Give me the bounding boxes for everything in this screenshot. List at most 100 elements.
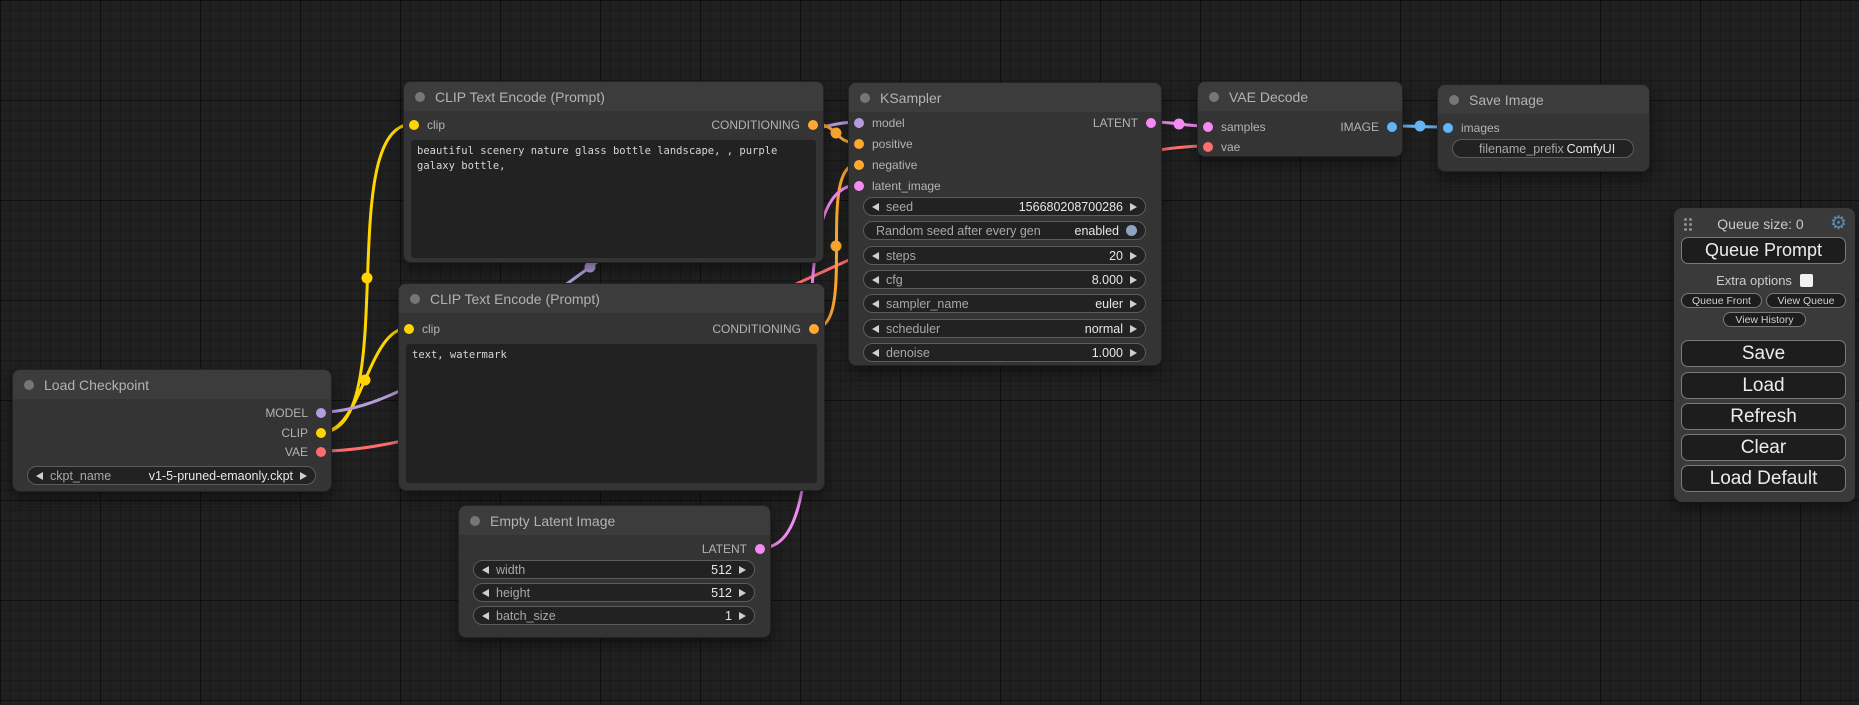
vae-port-icon[interactable] — [316, 447, 326, 457]
node-title-bar[interactable]: KSampler — [849, 83, 1161, 112]
toggle-dot-icon[interactable] — [1126, 225, 1137, 236]
node-load-checkpoint[interactable]: Load Checkpoint MODEL CLIP VAE ckpt_name… — [12, 369, 332, 492]
conditioning-port-icon[interactable] — [808, 120, 818, 130]
decrement-arrow-icon[interactable] — [872, 203, 879, 211]
increment-arrow-icon[interactable] — [739, 566, 746, 574]
node-save-image[interactable]: Save Image images filename_prefix ComfyU… — [1437, 84, 1650, 172]
decrement-arrow-icon[interactable] — [872, 325, 879, 333]
link-midpoint-dot — [1174, 119, 1185, 130]
image-port-icon[interactable] — [1387, 122, 1397, 132]
input-images: images — [1443, 121, 1500, 135]
node-collapse-dot[interactable] — [415, 92, 425, 102]
node-title-bar[interactable]: Empty Latent Image — [459, 506, 770, 535]
width-widget[interactable]: width 512 — [473, 560, 755, 579]
increment-arrow-icon[interactable] — [1130, 203, 1137, 211]
node-collapse-dot[interactable] — [1449, 95, 1459, 105]
node-clip-text-encode-negative[interactable]: CLIP Text Encode (Prompt) clip CONDITION… — [398, 283, 825, 491]
settings-gear-icon[interactable]: ⚙ — [1830, 215, 1847, 233]
scheduler-widget[interactable]: scheduler normal — [863, 319, 1146, 338]
increment-arrow-icon[interactable] — [1130, 325, 1137, 333]
load-default-button[interactable]: Load Default — [1681, 465, 1846, 492]
increment-arrow-icon[interactable] — [1130, 252, 1137, 260]
load-button[interactable]: Load — [1681, 372, 1846, 399]
latent-port-icon[interactable] — [755, 544, 765, 554]
input-negative: negative — [854, 158, 917, 172]
output-conditioning: CONDITIONING — [712, 322, 819, 336]
clip-port-icon[interactable] — [409, 120, 419, 130]
extra-options-checkbox[interactable] — [1800, 274, 1813, 287]
node-title: CLIP Text Encode (Prompt) — [430, 291, 600, 307]
node-empty-latent-image[interactable]: Empty Latent Image LATENT width 512 heig… — [458, 505, 771, 638]
extra-options-label: Extra options — [1716, 273, 1792, 288]
conditioning-port-icon[interactable] — [809, 324, 819, 334]
output-model: MODEL — [265, 406, 326, 420]
increment-arrow-icon[interactable] — [739, 589, 746, 597]
node-collapse-dot[interactable] — [860, 93, 870, 103]
decrement-arrow-icon[interactable] — [482, 612, 489, 620]
decrement-arrow-icon[interactable] — [482, 566, 489, 574]
steps-widget[interactable]: steps 20 — [863, 246, 1146, 265]
decrement-arrow-icon[interactable] — [872, 276, 879, 284]
clip-port-icon[interactable] — [316, 428, 326, 438]
node-collapse-dot[interactable] — [24, 380, 34, 390]
positive-prompt-textarea[interactable]: beautiful scenery nature glass bottle la… — [411, 140, 816, 258]
node-title-bar[interactable]: Load Checkpoint — [13, 370, 331, 399]
queue-panel: Queue size: 0 ⚙ Queue Prompt Extra optio… — [1674, 208, 1855, 502]
decrement-arrow-icon[interactable] — [872, 300, 879, 308]
conditioning-port-icon[interactable] — [854, 139, 864, 149]
negative-prompt-textarea[interactable]: text, watermark — [406, 344, 817, 483]
decrement-arrow-icon[interactable] — [872, 252, 879, 260]
input-model: model — [854, 116, 905, 130]
node-ksampler[interactable]: KSampler model positive negative latent_… — [848, 82, 1162, 366]
random-seed-toggle-widget[interactable]: Random seed after every gen enabled — [863, 221, 1146, 240]
node-title-bar[interactable]: CLIP Text Encode (Prompt) — [404, 82, 823, 111]
node-collapse-dot[interactable] — [410, 294, 420, 304]
increment-arrow-icon[interactable] — [1130, 349, 1137, 357]
view-history-button[interactable]: View History — [1723, 312, 1806, 327]
latent-port-icon[interactable] — [1203, 122, 1213, 132]
node-title-bar[interactable]: VAE Decode — [1198, 82, 1402, 111]
batch-size-widget[interactable]: batch_size 1 — [473, 606, 755, 625]
model-port-icon[interactable] — [316, 408, 326, 418]
conditioning-port-icon[interactable] — [854, 160, 864, 170]
node-title-bar[interactable]: Save Image — [1438, 85, 1649, 114]
node-clip-text-encode-positive[interactable]: CLIP Text Encode (Prompt) clip CONDITION… — [403, 81, 824, 263]
view-queue-button[interactable]: View Queue — [1766, 293, 1846, 308]
clear-button[interactable]: Clear — [1681, 434, 1846, 461]
input-clip: clip — [404, 322, 440, 336]
increment-arrow-icon[interactable] — [1130, 276, 1137, 284]
queue-front-button[interactable]: Queue Front — [1681, 293, 1762, 308]
seed-widget[interactable]: seed 156680208700286 — [863, 197, 1146, 216]
output-latent: LATENT — [1093, 116, 1156, 130]
node-title: Save Image — [1469, 92, 1544, 108]
height-widget[interactable]: height 512 — [473, 583, 755, 602]
filename-prefix-widget[interactable]: filename_prefix ComfyUI — [1452, 139, 1634, 158]
latent-port-icon[interactable] — [1146, 118, 1156, 128]
node-vae-decode[interactable]: VAE Decode samples vae IMAGE — [1197, 81, 1403, 157]
increment-arrow-icon[interactable] — [300, 472, 307, 480]
increment-arrow-icon[interactable] — [739, 612, 746, 620]
decrement-arrow-icon[interactable] — [36, 472, 43, 480]
vae-port-icon[interactable] — [1203, 142, 1213, 152]
sampler-name-widget[interactable]: sampler_name euler — [863, 294, 1146, 313]
output-latent: LATENT — [702, 542, 765, 556]
save-button[interactable]: Save — [1681, 340, 1846, 367]
refresh-button[interactable]: Refresh — [1681, 403, 1846, 430]
queue-prompt-button[interactable]: Queue Prompt — [1681, 237, 1846, 264]
node-graph-canvas[interactable]: Load Checkpoint MODEL CLIP VAE ckpt_name… — [0, 0, 1859, 705]
image-port-icon[interactable] — [1443, 123, 1453, 133]
increment-arrow-icon[interactable] — [1130, 300, 1137, 308]
denoise-widget[interactable]: denoise 1.000 — [863, 343, 1146, 362]
ckpt-name-widget[interactable]: ckpt_name v1-5-pruned-emaonly.ckpt — [27, 466, 316, 485]
node-collapse-dot[interactable] — [470, 516, 480, 526]
decrement-arrow-icon[interactable] — [482, 589, 489, 597]
link-midpoint-dot — [360, 375, 371, 386]
decrement-arrow-icon[interactable] — [872, 349, 879, 357]
node-collapse-dot[interactable] — [1209, 92, 1219, 102]
node-title-bar[interactable]: CLIP Text Encode (Prompt) — [399, 284, 824, 313]
drag-handle-icon[interactable] — [1684, 218, 1687, 221]
cfg-widget[interactable]: cfg 8.000 — [863, 270, 1146, 289]
latent-port-icon[interactable] — [854, 181, 864, 191]
clip-port-icon[interactable] — [404, 324, 414, 334]
model-port-icon[interactable] — [854, 118, 864, 128]
